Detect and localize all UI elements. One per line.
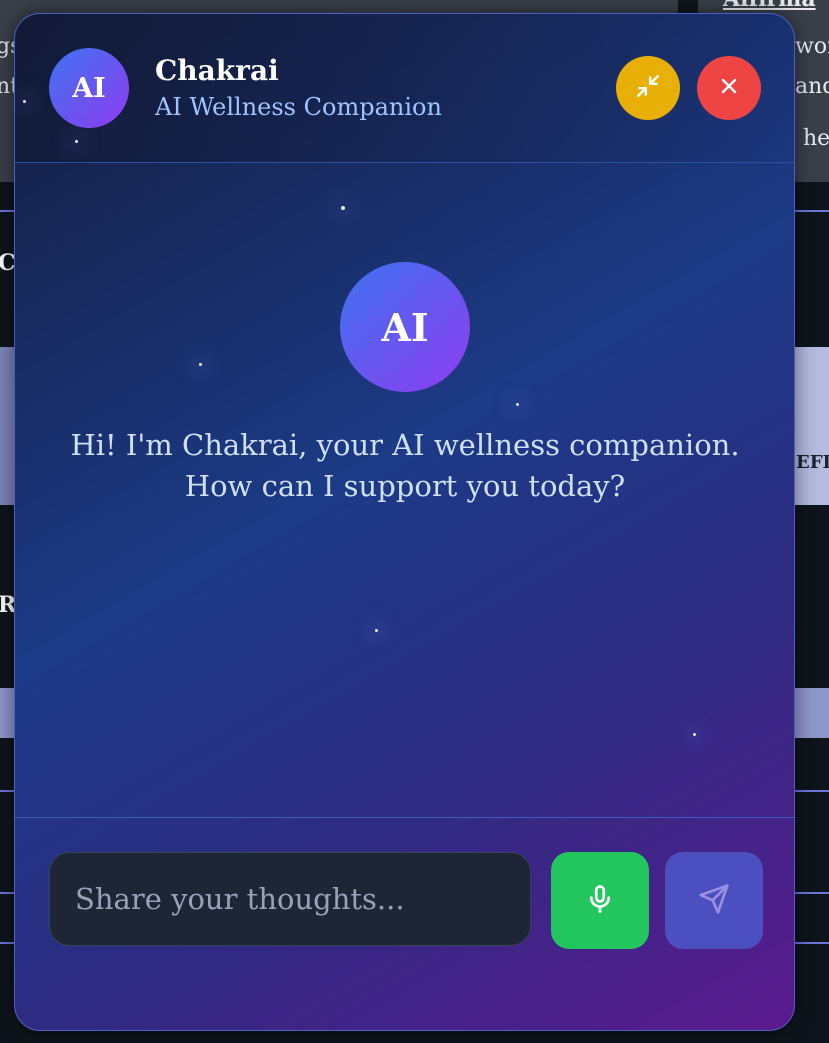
minimize-arrows-icon (635, 73, 661, 103)
background-text: and (795, 74, 829, 99)
chat-header: AI Chakrai AI Wellness Companion (15, 14, 794, 163)
message-input[interactable] (50, 853, 530, 945)
sparkle-decoration (199, 363, 202, 366)
assistant-subtitle: AI Wellness Companion (155, 93, 442, 121)
background-text: wor (795, 34, 829, 59)
assistant-name: Chakrai (155, 54, 279, 87)
close-button[interactable] (697, 56, 761, 120)
sparkle-decoration (693, 733, 696, 736)
chat-input-bar (15, 817, 794, 1030)
background-link-text: Affirma (723, 0, 816, 12)
message-input-box[interactable] (49, 852, 531, 946)
background-banner-text: EFI (796, 452, 829, 473)
voice-input-button[interactable] (551, 852, 649, 949)
sparkle-decoration (75, 140, 78, 143)
message-area: AI Hi! I'm Chakrai, your AI wellness com… (15, 163, 794, 817)
background-text: he (803, 126, 829, 151)
assistant-avatar: AI (49, 48, 129, 128)
assistant-avatar-label: AI (72, 72, 106, 104)
greeting-avatar: AI (340, 262, 470, 392)
sparkle-decoration (375, 629, 378, 632)
greeting-avatar-label: AI (381, 304, 429, 350)
sparkle-decoration (516, 403, 519, 406)
minimize-button[interactable] (616, 56, 680, 120)
sparkle-decoration (341, 206, 345, 210)
send-button[interactable] (665, 852, 763, 949)
chat-widget: AI Chakrai AI Wellness Companion AI Hi! … (14, 13, 795, 1031)
microphone-icon (585, 882, 615, 920)
close-x-icon (717, 74, 741, 102)
greeting-message: Hi! I'm Chakrai, your AI wellness compan… (70, 428, 740, 503)
sparkle-decoration (23, 100, 26, 103)
send-paper-plane-icon (698, 883, 730, 919)
